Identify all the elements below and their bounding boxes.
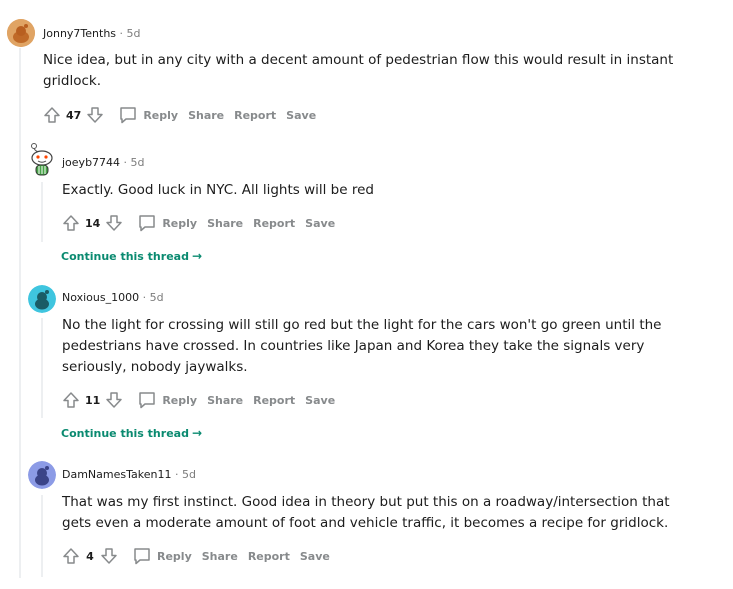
snoo-avatar-icon bbox=[31, 143, 53, 176]
thread-line-nested[interactable] bbox=[41, 318, 43, 418]
timestamp[interactable]: 5d bbox=[182, 468, 196, 481]
comment-bubble-icon bbox=[118, 105, 138, 125]
reply-label: Reply bbox=[162, 393, 198, 407]
avatar[interactable] bbox=[28, 461, 56, 489]
comment-bubble-icon bbox=[137, 213, 157, 233]
avatar[interactable] bbox=[27, 143, 55, 177]
comment-body: No the light for crossing will still go … bbox=[62, 317, 662, 375]
arrow-right-icon: → bbox=[191, 249, 203, 263]
reply-button[interactable]: Reply bbox=[137, 213, 197, 233]
snoo-avatar-icon bbox=[7, 19, 35, 47]
comment-meta: Noxious_1000 · 5d bbox=[62, 291, 164, 304]
save-button[interactable]: Save bbox=[286, 109, 316, 122]
separator: · bbox=[142, 291, 147, 304]
downvote-icon[interactable] bbox=[98, 545, 120, 567]
reply-label: Reply bbox=[157, 549, 192, 563]
separator: · bbox=[174, 468, 179, 481]
upvote-icon[interactable] bbox=[60, 212, 82, 234]
continue-thread-link[interactable]: Continue this thread → bbox=[61, 426, 202, 440]
comment-actions: 14 Reply Share Report Save bbox=[60, 211, 335, 235]
upvote-icon[interactable] bbox=[60, 389, 82, 411]
comment-body: Nice idea, but in any city with a decent… bbox=[43, 52, 674, 89]
save-button[interactable]: Save bbox=[305, 217, 335, 230]
timestamp[interactable]: 5d bbox=[150, 291, 164, 304]
comment-bubble-icon bbox=[132, 546, 152, 566]
comment-bubble-icon bbox=[137, 390, 157, 410]
comment-meta: Jonny7Tenths · 5d bbox=[43, 27, 141, 40]
comment-body: That was my first instinct. Good idea in… bbox=[62, 494, 670, 531]
username[interactable]: Jonny7Tenths bbox=[43, 27, 116, 40]
downvote-icon[interactable] bbox=[84, 104, 106, 126]
continue-thread-label: Continue this thread bbox=[61, 249, 189, 263]
timestamp[interactable]: 5d bbox=[127, 27, 141, 40]
reply-button[interactable]: Reply bbox=[137, 390, 197, 410]
reply-label: Reply bbox=[162, 216, 198, 230]
avatar[interactable] bbox=[28, 285, 56, 313]
share-button[interactable]: Share bbox=[207, 217, 243, 230]
downvote-icon[interactable] bbox=[103, 389, 125, 411]
continue-thread-label: Continue this thread bbox=[61, 426, 189, 440]
thread-line-nested[interactable] bbox=[41, 495, 43, 577]
vote-score: 11 bbox=[85, 393, 101, 407]
reply-button[interactable]: Reply bbox=[132, 546, 192, 566]
reply-button[interactable]: Reply bbox=[118, 105, 178, 125]
save-button[interactable]: Save bbox=[305, 394, 335, 407]
share-button[interactable]: Share bbox=[188, 109, 224, 122]
comment-actions: 11 Reply Share Report Save bbox=[60, 388, 335, 412]
continue-thread-link[interactable]: Continue this thread → bbox=[61, 249, 202, 263]
report-button[interactable]: Report bbox=[248, 550, 290, 563]
comment-actions: 4 Reply Share Report Save bbox=[60, 544, 330, 568]
report-button[interactable]: Report bbox=[253, 394, 295, 407]
report-button[interactable]: Report bbox=[234, 109, 276, 122]
comment-body: Exactly. Good luck in NYC. All lights wi… bbox=[62, 182, 374, 198]
arrow-right-icon: → bbox=[191, 426, 203, 440]
username[interactable]: DamNamesTaken11 bbox=[62, 468, 171, 481]
avatar[interactable] bbox=[7, 19, 35, 47]
report-button[interactable]: Report bbox=[253, 217, 295, 230]
vote-score: 4 bbox=[86, 549, 94, 563]
downvote-icon[interactable] bbox=[103, 212, 125, 234]
share-button[interactable]: Share bbox=[202, 550, 238, 563]
save-button[interactable]: Save bbox=[300, 550, 330, 563]
separator: · bbox=[123, 156, 128, 169]
thread-line-nested[interactable] bbox=[41, 182, 43, 242]
comment-actions: 47 Reply Share Report Save bbox=[41, 103, 316, 127]
vote-score: 47 bbox=[66, 108, 82, 122]
comment-meta: joeyb7744 · 5d bbox=[62, 156, 145, 169]
separator: · bbox=[119, 27, 124, 40]
vote-score: 14 bbox=[85, 216, 101, 230]
thread-line-root[interactable] bbox=[19, 48, 21, 578]
username[interactable]: Noxious_1000 bbox=[62, 291, 139, 304]
upvote-icon[interactable] bbox=[60, 545, 82, 567]
comment-meta: DamNamesTaken11 · 5d bbox=[62, 468, 196, 481]
timestamp[interactable]: 5d bbox=[131, 156, 145, 169]
snoo-avatar-icon bbox=[28, 461, 56, 489]
reply-label: Reply bbox=[143, 108, 179, 122]
share-button[interactable]: Share bbox=[207, 394, 243, 407]
username[interactable]: joeyb7744 bbox=[62, 156, 120, 169]
snoo-avatar-icon bbox=[28, 285, 56, 313]
upvote-icon[interactable] bbox=[41, 104, 63, 126]
